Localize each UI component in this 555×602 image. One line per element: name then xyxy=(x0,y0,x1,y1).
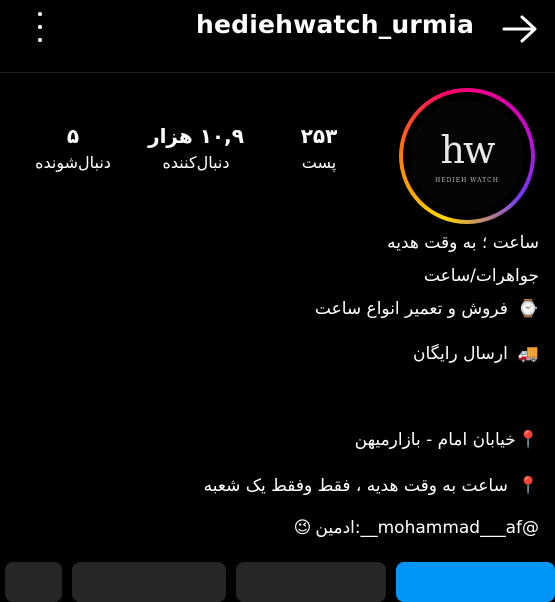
winking-face-icon: 😉 xyxy=(293,518,312,538)
logo-subtitle: HEDIEH WATCH xyxy=(434,177,499,184)
posts-label: پست xyxy=(301,153,337,172)
bio-line-title: ساعت ؛ به وقت هدیه xyxy=(387,233,539,253)
admin-text[interactable]: @mohammad___af__:ادمین xyxy=(315,518,539,538)
bio-line-address: 📍خیابان امام - بازارمیهن xyxy=(355,427,539,453)
location-pin-icon: 📍 xyxy=(517,430,539,450)
followers-label: دنبال‌کننده xyxy=(162,153,230,172)
header-divider xyxy=(0,72,555,73)
more-vertical-icon[interactable] xyxy=(30,12,50,42)
services-text: فروش و تعمیر انواع ساعت xyxy=(314,299,508,319)
brand-logo: hw HEDIEH WATCH xyxy=(411,100,523,212)
followers-count: ۱۰,۹ هزار xyxy=(148,124,244,148)
bio-line-services: ⌚ فروش و تعمیر انواع ساعت xyxy=(315,296,539,322)
watch-icon: ⌚ xyxy=(517,299,539,319)
posts-stat[interactable]: ۲۵۳ پست xyxy=(288,122,350,176)
bio-line-category: جواهرات/ساعت xyxy=(423,266,539,286)
follow-button[interactable] xyxy=(396,562,555,602)
branch-text: ساعت به وقت هدیه ، فقط وفقط یک شعبه xyxy=(203,476,508,496)
bio-line-shipping: 🚚 ارسال رایگان xyxy=(413,341,539,367)
location-pin-icon: 📍 xyxy=(517,476,539,496)
bio-line-branch: 📍 ساعت به وقت هدیه ، فقط وفقط یک شعبه xyxy=(204,473,539,499)
message-button[interactable] xyxy=(236,562,386,602)
shipping-text: ارسال رایگان xyxy=(413,344,508,364)
followers-stat[interactable]: ۱۰,۹ هزار دنبال‌کننده xyxy=(140,122,252,176)
profile-avatar[interactable]: hw HEDIEH WATCH xyxy=(399,88,535,224)
following-count: ۵ xyxy=(66,124,80,148)
bio-line-admin[interactable]: @mohammad___af__:ادمین😉 xyxy=(294,515,539,541)
contact-button[interactable] xyxy=(72,562,226,602)
following-label: دنبال‌شونده xyxy=(35,153,111,172)
profile-username: hediehwatch_urmia xyxy=(196,10,475,39)
following-stat[interactable]: ۵ دنبال‌شونده xyxy=(20,122,126,176)
logo-letters: hw xyxy=(440,128,496,172)
posts-count: ۲۵۳ xyxy=(300,124,338,148)
truck-icon: 🚚 xyxy=(517,344,539,364)
top-bar: hediehwatch_urmia xyxy=(0,0,555,56)
add-person-button[interactable] xyxy=(5,562,62,602)
address-text: خیابان امام - بازارمیهن xyxy=(354,430,516,450)
arrow-right-icon[interactable] xyxy=(500,12,540,46)
